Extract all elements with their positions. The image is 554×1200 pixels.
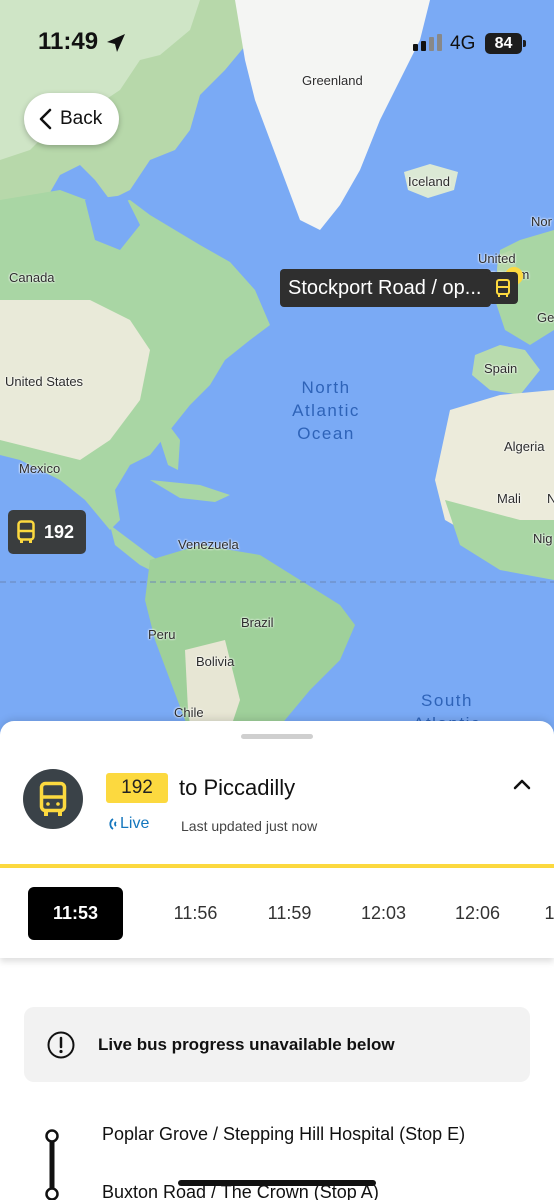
map-label-nig: Nig xyxy=(533,531,553,546)
stop-tooltip[interactable]: Stockport Road / op... xyxy=(280,269,492,307)
departure-time-option[interactable]: 12:03 xyxy=(336,887,431,940)
bus-icon xyxy=(496,279,510,297)
map-label-bolivia: Bolivia xyxy=(196,654,235,669)
status-time: 11:49 xyxy=(38,28,99,55)
map-label-spain: Spain xyxy=(484,361,518,376)
ocean-label-line: Atlantic xyxy=(292,401,360,420)
route-bus-icon xyxy=(23,769,83,829)
map-label-canada: Canada xyxy=(9,270,55,285)
live-label: Live xyxy=(120,815,150,832)
chevron-up-icon[interactable] xyxy=(512,777,532,791)
last-updated-text: Last updated just now xyxy=(181,818,318,834)
exclamation-circle-icon xyxy=(47,1031,75,1058)
chevron-left-icon xyxy=(39,108,52,130)
map-label-peru: Peru xyxy=(148,627,176,642)
bus-chip-number: 192 xyxy=(44,521,75,542)
sheet-drag-handle[interactable] xyxy=(241,734,313,739)
map-label-brazil: Brazil xyxy=(241,615,274,630)
home-indicator[interactable] xyxy=(178,1180,376,1186)
bus-location-chip[interactable]: 192 xyxy=(8,510,86,554)
bus-icon xyxy=(39,781,67,816)
map-label-mali: Mali xyxy=(497,491,521,506)
map-label-nor: Nor xyxy=(531,214,552,229)
live-signal-icon xyxy=(109,818,117,830)
stop-timeline xyxy=(45,1129,59,1200)
map-label-greenland: Greenland xyxy=(302,73,363,88)
battery-indicator: 84 xyxy=(485,33,526,54)
location-arrow-icon xyxy=(107,34,125,52)
notice-text: Live bus progress unavailable below xyxy=(98,1034,395,1054)
departure-time-option[interactable]: 1 xyxy=(502,887,554,940)
map-label-united-states: United States xyxy=(5,374,84,389)
cellular-signal-icon xyxy=(413,34,442,51)
network-type: 4G xyxy=(450,33,476,54)
map-view[interactable]: Greenland Iceland Nor Canada United King… xyxy=(0,0,554,760)
ocean-label-line: North xyxy=(301,378,351,397)
bus-icon xyxy=(17,520,35,543)
map-label-ge: Ge xyxy=(537,310,554,325)
departure-time-option[interactable]: 11:56 xyxy=(148,887,243,940)
departure-time-option[interactable]: 11:59 xyxy=(242,887,337,940)
ocean-label-line: Ocean xyxy=(297,424,355,443)
departure-time-option[interactable]: 11:53 xyxy=(28,887,123,940)
route-number-badge: 192 xyxy=(106,773,168,803)
map-label-algeria: Algeria xyxy=(504,439,545,454)
bottom-sheet[interactable]: 192 to Piccadilly Live Last updated just… xyxy=(0,721,554,1200)
map-label-north-atlantic: North Atlantic Ocean xyxy=(276,376,376,445)
live-progress-notice: Live bus progress unavailable below xyxy=(24,1007,530,1082)
map-label-mexico: Mexico xyxy=(19,461,61,476)
map-label-n: N xyxy=(547,491,554,506)
stop-list-item[interactable]: Poplar Grove / Stepping Hill Hospital (S… xyxy=(102,1124,465,1145)
map-label-chile: Chile xyxy=(174,705,204,720)
back-button[interactable]: Back xyxy=(24,93,119,145)
back-label: Back xyxy=(60,108,103,129)
ocean-label-line: South xyxy=(421,691,473,710)
departure-times-strip[interactable]: 11:53 11:56 11:59 12:03 12:06 1 xyxy=(0,868,554,958)
map-label-venezuela: Venezuela xyxy=(178,537,239,552)
bus-stop-marker[interactable] xyxy=(488,272,518,304)
map-label-iceland: Iceland xyxy=(408,174,450,189)
live-indicator: Live xyxy=(106,815,149,833)
route-destination: to Piccadilly xyxy=(179,775,296,800)
